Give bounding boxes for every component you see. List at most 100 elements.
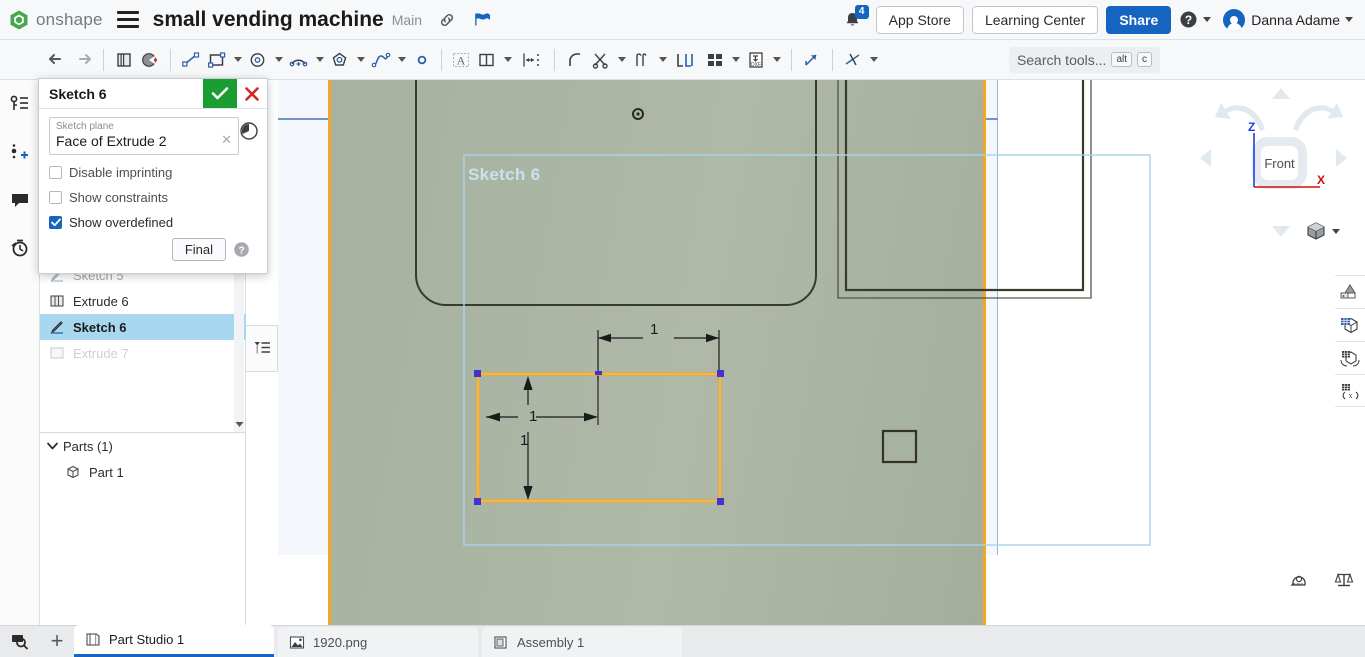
polygon-tool-icon[interactable] <box>327 45 353 75</box>
tab-1920-png[interactable]: 1920.png <box>278 627 478 657</box>
point-tool-icon[interactable] <box>409 45 435 75</box>
comments-icon[interactable] <box>0 176 40 224</box>
arc-tool-icon[interactable] <box>286 45 312 75</box>
project-convert-icon[interactable] <box>799 45 825 75</box>
tree-row[interactable]: Extrude 6 <box>40 288 246 314</box>
view-mode-selector[interactable] <box>1305 221 1340 241</box>
tab-search-icon[interactable] <box>0 625 40 657</box>
sketch-dialog-title: Sketch 6 <box>39 86 203 102</box>
feature-list-icon[interactable] <box>0 80 40 128</box>
mirror-tool-icon[interactable] <box>629 45 655 75</box>
appearance-icon[interactable] <box>1335 275 1365 308</box>
hamburger-icon[interactable] <box>117 11 139 28</box>
learning-center-button[interactable]: Learning Center <box>972 6 1098 34</box>
dimension-label-height[interactable]: 1 <box>520 432 528 449</box>
svg-text:DXF: DXF <box>751 62 761 68</box>
clear-x-icon[interactable]: ✕ <box>221 132 232 148</box>
part-list-item[interactable]: Part 1 <box>40 459 246 485</box>
circle-dropdown[interactable] <box>271 45 286 75</box>
flag-icon[interactable] <box>472 9 494 31</box>
view-cube[interactable]: Front Z X <box>1195 85 1360 250</box>
grid-pattern-icon[interactable] <box>702 45 728 75</box>
arrow-up[interactable] <box>1271 87 1291 105</box>
tab-part-studio-1[interactable]: Part Studio 1 <box>74 625 274 657</box>
offset-tool-icon[interactable] <box>474 45 500 75</box>
avatar <box>1223 9 1245 31</box>
dxf-dropdown[interactable] <box>769 45 784 75</box>
text-tool-icon[interactable]: A <box>448 45 474 75</box>
share-button[interactable]: Share <box>1106 6 1171 34</box>
dimension-tool-icon[interactable] <box>515 45 547 75</box>
add-variable-icon[interactable] <box>0 128 40 176</box>
part-front-face[interactable] <box>330 80 985 625</box>
show-constraints-checkbox[interactable]: Show constraints <box>49 190 257 205</box>
document-tab-bar: + Part Studio 1 1920.png Assembly 1 <box>0 625 1365 657</box>
part-label: Part 1 <box>89 465 124 480</box>
disable-imprinting-checkbox[interactable]: Disable imprinting <box>49 165 257 180</box>
app-header: onshape small vending machine Main 4 <box>0 0 1365 40</box>
branch-label[interactable]: Main <box>392 12 422 28</box>
arrow-left[interactable] <box>1199 148 1212 173</box>
trim-dropdown[interactable] <box>614 45 629 75</box>
polygon-dropdown[interactable] <box>353 45 368 75</box>
accept-button[interactable] <box>203 79 237 108</box>
parts-section-header[interactable]: Parts (1) <box>40 433 246 459</box>
undo-icon[interactable] <box>44 45 70 75</box>
sketch-copy-icon[interactable] <box>111 45 137 75</box>
app-store-button[interactable]: App Store <box>876 6 964 34</box>
dimension-label-width[interactable]: 1 <box>529 408 537 425</box>
display-state-icon[interactable] <box>1335 308 1365 341</box>
left-rail <box>0 80 40 625</box>
history-icon[interactable] <box>0 224 40 272</box>
render-variables-icon[interactable]: x <box>1335 374 1365 407</box>
history-clock-icon[interactable] <box>239 121 259 141</box>
tree-scroll-down-arrow[interactable] <box>234 418 244 430</box>
help-icon[interactable]: ? <box>233 241 251 259</box>
add-tab-button[interactable]: + <box>40 625 74 657</box>
dxf-import-icon[interactable]: DXF <box>743 45 769 75</box>
search-tools-input[interactable]: Search tools... alt c <box>1009 47 1160 73</box>
measure-tape-icon[interactable] <box>1289 569 1311 589</box>
trim-tool-icon[interactable] <box>588 45 614 75</box>
mirror-dropdown[interactable] <box>655 45 670 75</box>
arrow-right[interactable] <box>1335 148 1348 173</box>
link-icon[interactable] <box>436 9 458 31</box>
circle-tool-icon[interactable] <box>245 45 271 75</box>
toolbar-divider <box>103 49 104 71</box>
tree-row-selected[interactable]: Sketch 6 <box>40 314 246 340</box>
offset-dropdown[interactable] <box>500 45 515 75</box>
user-menu[interactable]: Danna Adame <box>1223 9 1353 31</box>
dimension-label-horizontal-position[interactable]: 1 <box>650 321 658 338</box>
search-kbd-alt: alt <box>1111 52 1132 67</box>
arrow-down[interactable] <box>1271 225 1291 243</box>
part-studio-icon <box>84 632 102 648</box>
onshape-logo-icon[interactable] <box>7 8 31 32</box>
notifications-button[interactable]: 4 <box>838 7 868 33</box>
cancel-button[interactable] <box>237 79 267 108</box>
linear-pattern-icon[interactable] <box>670 45 702 75</box>
sketch-colors-icon[interactable] <box>137 45 163 75</box>
tab-label: Part Studio 1 <box>109 632 184 647</box>
tab-assembly-1[interactable]: Assembly 1 <box>482 627 682 657</box>
shaded-cube-icon <box>1305 221 1327 241</box>
final-button[interactable]: Final <box>172 238 226 261</box>
document-title[interactable]: small vending machine <box>153 8 384 32</box>
feature-filter-icon[interactable] <box>246 325 278 372</box>
rectangle-tool-icon[interactable] <box>204 45 230 75</box>
mass-properties-scale-icon[interactable] <box>1333 569 1355 589</box>
tree-row[interactable]: Extrude 7 <box>40 340 246 366</box>
help-menu[interactable]: ? <box>1179 10 1211 29</box>
constraint-icon[interactable] <box>840 45 866 75</box>
section-view-icon[interactable] <box>1335 341 1365 374</box>
show-overdefined-checkbox[interactable]: Show overdefined <box>49 215 257 230</box>
constraint-dropdown[interactable] <box>866 45 881 75</box>
spline-tool-icon[interactable] <box>368 45 394 75</box>
sketch-plane-field[interactable]: Sketch plane Face of Extrude 2 ✕ <box>49 117 239 155</box>
grid-pattern-dropdown[interactable] <box>728 45 743 75</box>
redo-icon[interactable] <box>70 45 96 75</box>
fillet-tool-icon[interactable] <box>562 45 588 75</box>
spline-dropdown[interactable] <box>394 45 409 75</box>
rectangle-dropdown[interactable] <box>230 45 245 75</box>
line-tool-icon[interactable] <box>178 45 204 75</box>
arc-dropdown[interactable] <box>312 45 327 75</box>
